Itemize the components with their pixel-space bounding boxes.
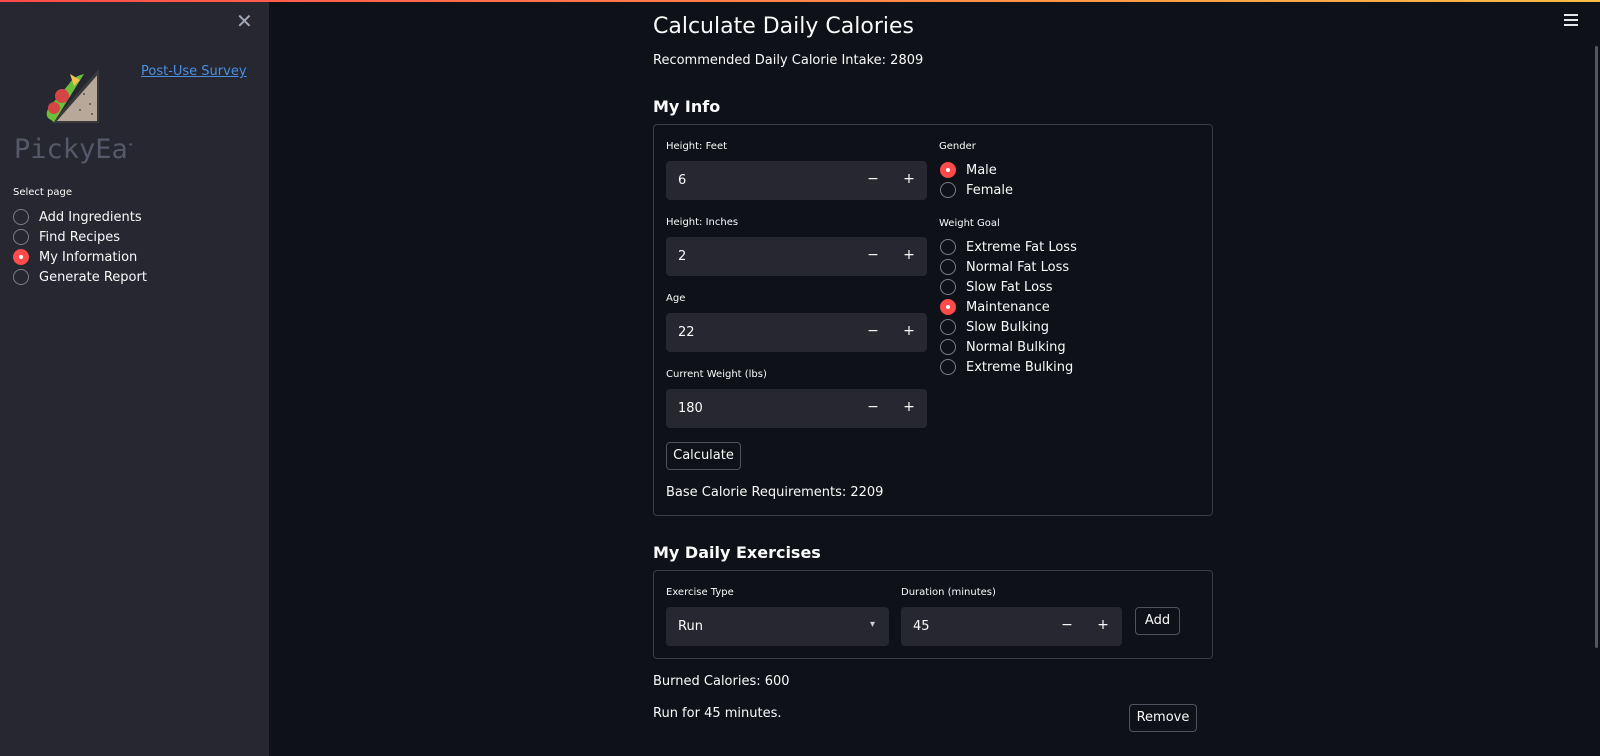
page-selector: Add Ingredients Find Recipes My Informat… [13,207,147,287]
select-page-label: Select page [13,187,73,198]
height-feet-value: 6 [678,173,687,188]
goal-option-label: Normal Bulking [966,339,1066,355]
scrollbar[interactable] [1595,46,1598,648]
goal-option-label: Normal Fat Loss [966,259,1070,275]
current-weight-label: Current Weight (lbs) [666,369,767,380]
height-inches-value: 2 [678,249,687,264]
sidebar: ✕ PickyEats Post-Use Survey Select page … [0,0,269,756]
daily-exercises-heading: My Daily Exercises [653,543,821,562]
page-option-find-recipes[interactable]: Find Recipes [13,227,147,247]
radio-icon [13,269,29,285]
page-option-add-ingredients[interactable]: Add Ingredients [13,207,147,227]
page-option-label: My Information [39,249,138,265]
chevron-down-icon: ▾ [869,619,875,630]
goal-option-maintenance[interactable]: Maintenance [940,297,1077,317]
exercise-type-value: Run [678,619,703,634]
current-weight-value: 180 [678,401,703,416]
height-inches-input[interactable]: 2 − + [666,237,927,276]
exercise-entry-text: Run for 45 minutes. [653,706,782,721]
increment-icon[interactable]: + [901,247,917,263]
goal-option-label: Maintenance [966,299,1050,315]
increment-icon[interactable]: + [901,323,917,339]
gender-option-label: Female [966,182,1014,198]
gender-option-label: Male [966,162,997,178]
goal-option-extreme-bulking[interactable]: Extreme Bulking [940,357,1077,377]
duration-value: 45 [913,619,930,634]
radio-icon [13,209,29,225]
goal-option-label: Slow Bulking [966,319,1049,335]
current-weight-input[interactable]: 180 − + [666,389,927,428]
decrement-icon[interactable]: − [1059,617,1075,633]
page-option-generate-report[interactable]: Generate Report [13,267,147,287]
page-option-my-information[interactable]: My Information [13,247,147,267]
duration-label: Duration (minutes) [901,587,996,598]
gender-label: Gender [939,141,976,152]
radio-icon [940,279,956,295]
gender-radio-group: Male Female [940,160,1013,200]
age-value: 22 [678,325,695,340]
radio-icon [940,319,956,335]
age-label: Age [666,293,686,304]
radio-selected-icon [940,162,956,178]
radio-icon [940,259,956,275]
decrement-icon[interactable]: − [865,247,881,263]
page-option-label: Add Ingredients [39,209,142,225]
radio-icon [940,182,956,198]
goal-option-label: Extreme Fat Loss [966,239,1077,255]
exercise-type-label: Exercise Type [666,587,734,598]
exercise-type-select[interactable]: Run ▾ [666,607,889,646]
add-exercise-button[interactable]: Add [1135,607,1180,635]
post-use-survey-link[interactable]: Post-Use Survey [141,64,247,79]
radio-icon [940,339,956,355]
goal-option-slow-fat-loss[interactable]: Slow Fat Loss [940,277,1077,297]
goal-option-normal-bulking[interactable]: Normal Bulking [940,337,1077,357]
radio-icon [940,239,956,255]
increment-icon[interactable]: + [901,171,917,187]
weight-goal-radio-group: Extreme Fat Loss Normal Fat Loss Slow Fa… [940,237,1077,377]
increment-icon[interactable]: + [1095,617,1111,633]
goal-option-slow-bulking[interactable]: Slow Bulking [940,317,1077,337]
close-icon[interactable]: ✕ [236,11,253,31]
duration-input[interactable]: 45 − + [901,607,1122,646]
radio-icon [940,359,956,375]
pickyeats-logo: PickyEats [14,66,160,166]
goal-option-label: Slow Fat Loss [966,279,1053,295]
gender-option-female[interactable]: Female [940,180,1013,200]
page-title: Calculate Daily Calories [653,14,914,39]
calculate-button[interactable]: Calculate [666,442,741,470]
top-accent-bar [0,0,1600,2]
increment-icon[interactable]: + [901,399,917,415]
weight-goal-label: Weight Goal [939,218,1000,229]
decrement-icon[interactable]: − [865,399,881,415]
height-inches-label: Height: Inches [666,217,739,228]
page-option-label: Find Recipes [39,229,120,245]
height-feet-input[interactable]: 6 − + [666,161,927,200]
radio-selected-icon [940,299,956,315]
recommended-intake-text: Recommended Daily Calorie Intake: 2809 [653,53,924,68]
gender-option-male[interactable]: Male [940,160,1013,180]
goal-option-normal-fat-loss[interactable]: Normal Fat Loss [940,257,1077,277]
logo-text: PickyEats [14,134,132,165]
hamburger-menu-icon[interactable] [1564,14,1578,29]
goal-option-extreme-fat-loss[interactable]: Extreme Fat Loss [940,237,1077,257]
remove-exercise-button[interactable]: Remove [1129,704,1197,732]
decrement-icon[interactable]: − [865,323,881,339]
radio-icon [13,229,29,245]
radio-selected-icon [13,249,29,265]
goal-option-label: Extreme Bulking [966,359,1074,375]
page-option-label: Generate Report [39,269,147,285]
burned-calories-text: Burned Calories: 600 [653,674,790,689]
decrement-icon[interactable]: − [865,171,881,187]
base-calorie-text: Base Calorie Requirements: 2209 [666,485,884,500]
age-input[interactable]: 22 − + [666,313,927,352]
height-feet-label: Height: Feet [666,141,728,152]
my-info-heading: My Info [653,97,721,116]
